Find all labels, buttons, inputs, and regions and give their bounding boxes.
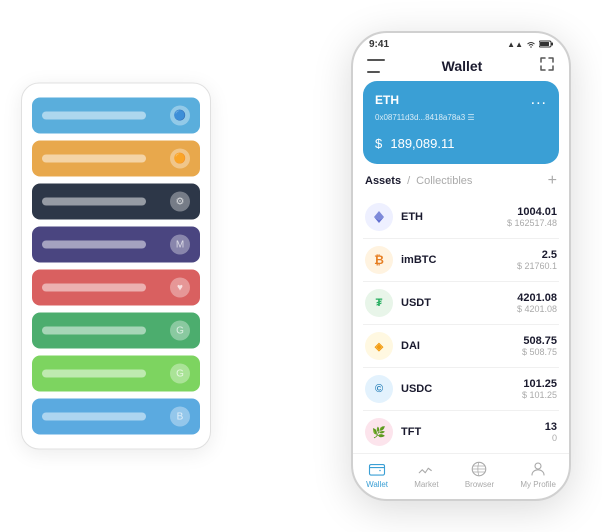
asset-usd: $ 4201.08 xyxy=(517,304,557,314)
list-item[interactable]: ⚙ xyxy=(32,184,200,220)
signal-icon: ▲▲ xyxy=(507,40,523,49)
card-text xyxy=(42,112,146,120)
status-icons: ▲▲ xyxy=(507,40,553,50)
list-item[interactable]: G xyxy=(32,356,200,392)
asset-name: DAI xyxy=(401,340,522,352)
asset-amount: 13 xyxy=(545,421,557,433)
status-bar: 9:41 ▲▲ xyxy=(353,33,569,52)
asset-usd: $ 162517.48 xyxy=(507,218,557,228)
eth-logo xyxy=(365,203,393,231)
balance-amount: 189,089.11 xyxy=(390,136,454,151)
nav-wallet[interactable]: Wallet xyxy=(366,460,388,489)
assets-tabs: Assets / Collectibles xyxy=(365,175,472,187)
card-text xyxy=(42,241,146,249)
nav-market[interactable]: Market xyxy=(414,460,438,489)
tab-separator: / xyxy=(407,175,410,187)
phone-mockup: 9:41 ▲▲ xyxy=(351,31,571,501)
asset-amount: 101.25 xyxy=(522,378,557,390)
list-item[interactable]: ♥ xyxy=(32,270,200,306)
tft-logo: 🌿 xyxy=(365,418,393,446)
phone-header: Wallet xyxy=(353,52,569,81)
bottom-nav: Wallet Market Browser My xyxy=(353,453,569,499)
asset-values: 4201.08 $ 4201.08 xyxy=(517,292,557,314)
page-title: Wallet xyxy=(442,58,483,74)
card-text xyxy=(42,284,146,292)
card-icon: G xyxy=(170,364,190,384)
asset-usd: $ 508.75 xyxy=(522,347,557,357)
asset-values: 508.75 $ 508.75 xyxy=(522,335,557,357)
list-item[interactable]: 🟠 xyxy=(32,141,200,177)
scene: 🔵 🟠 ⚙ M ♥ G G B xyxy=(21,16,581,516)
battery-icon xyxy=(539,40,553,50)
eth-options[interactable]: ... xyxy=(531,91,547,109)
list-item[interactable]: G xyxy=(32,313,200,349)
asset-usd: $ 101.25 xyxy=(522,390,557,400)
asset-name: USDC xyxy=(401,383,522,395)
eth-balance: $ 189,089.11 xyxy=(375,128,547,154)
status-time: 9:41 xyxy=(369,39,389,50)
card-text xyxy=(42,155,146,163)
asset-usd: $ 21760.1 xyxy=(517,261,557,271)
asset-row-usdt[interactable]: ₮ USDT 4201.08 $ 4201.08 xyxy=(363,282,559,325)
asset-row-eth[interactable]: ETH 1004.01 $ 162517.48 xyxy=(363,196,559,239)
balance-symbol: $ xyxy=(375,136,382,151)
nav-profile[interactable]: My Profile xyxy=(520,460,556,489)
imbtc-logo: ₿ xyxy=(365,246,393,274)
asset-row-imbtc[interactable]: ₿ imBTC 2.5 $ 21760.1 xyxy=(363,239,559,282)
asset-name: USDT xyxy=(401,297,517,309)
dai-logo: ◈ xyxy=(365,332,393,360)
asset-amount: 1004.01 xyxy=(507,206,557,218)
card-text xyxy=(42,327,146,335)
asset-values: 2.5 $ 21760.1 xyxy=(517,249,557,271)
nav-browser-label: Browser xyxy=(465,480,494,489)
card-icon: ♥ xyxy=(170,278,190,298)
usdt-logo: ₮ xyxy=(365,289,393,317)
asset-values: 1004.01 $ 162517.48 xyxy=(507,206,557,228)
asset-usd: 0 xyxy=(545,433,557,443)
asset-name: imBTC xyxy=(401,254,517,266)
asset-row-tft[interactable]: 🌿 TFT 13 0 xyxy=(363,411,559,453)
asset-name: ETH xyxy=(401,211,507,223)
asset-list: ETH 1004.01 $ 162517.48 ₿ imBTC 2.5 $ 21… xyxy=(353,196,569,453)
card-text xyxy=(42,413,146,421)
asset-values: 13 0 xyxy=(545,421,557,443)
nav-wallet-label: Wallet xyxy=(366,480,388,489)
list-item[interactable]: M xyxy=(32,227,200,263)
nav-browser[interactable]: Browser xyxy=(465,460,494,489)
list-item[interactable]: B xyxy=(32,399,200,435)
tab-collectibles[interactable]: Collectibles xyxy=(416,175,472,187)
card-icon: B xyxy=(170,407,190,427)
eth-balance-card[interactable]: ETH ... 0x08711d3d...8418a78a3 ☰ $ 189,0… xyxy=(363,81,559,164)
card-text xyxy=(42,198,146,206)
asset-amount: 2.5 xyxy=(517,249,557,261)
add-asset-button[interactable]: + xyxy=(548,172,557,190)
asset-row-usdc[interactable]: © USDC 101.25 $ 101.25 xyxy=(363,368,559,411)
list-item[interactable]: 🔵 xyxy=(32,98,200,134)
card-icon: M xyxy=(170,235,190,255)
nav-profile-label: My Profile xyxy=(520,480,556,489)
asset-values: 101.25 $ 101.25 xyxy=(522,378,557,400)
card-text xyxy=(42,370,146,378)
asset-name: TFT xyxy=(401,426,545,438)
card-icon: 🟠 xyxy=(170,149,190,169)
asset-amount: 508.75 xyxy=(522,335,557,347)
usdc-logo: © xyxy=(365,375,393,403)
nav-market-label: Market xyxy=(414,480,438,489)
tab-assets[interactable]: Assets xyxy=(365,175,401,187)
card-stack: 🔵 🟠 ⚙ M ♥ G G B xyxy=(21,83,211,450)
wifi-icon xyxy=(526,40,536,50)
expand-icon[interactable] xyxy=(539,56,555,75)
card-icon: ⚙ xyxy=(170,192,190,212)
eth-address: 0x08711d3d...8418a78a3 ☰ xyxy=(375,113,547,122)
eth-label: ETH xyxy=(375,93,399,107)
card-icon: G xyxy=(170,321,190,341)
assets-header: Assets / Collectibles + xyxy=(353,172,569,196)
asset-amount: 4201.08 xyxy=(517,292,557,304)
card-icon: 🔵 xyxy=(170,106,190,126)
menu-icon[interactable] xyxy=(367,59,385,73)
asset-row-dai[interactable]: ◈ DAI 508.75 $ 508.75 xyxy=(363,325,559,368)
